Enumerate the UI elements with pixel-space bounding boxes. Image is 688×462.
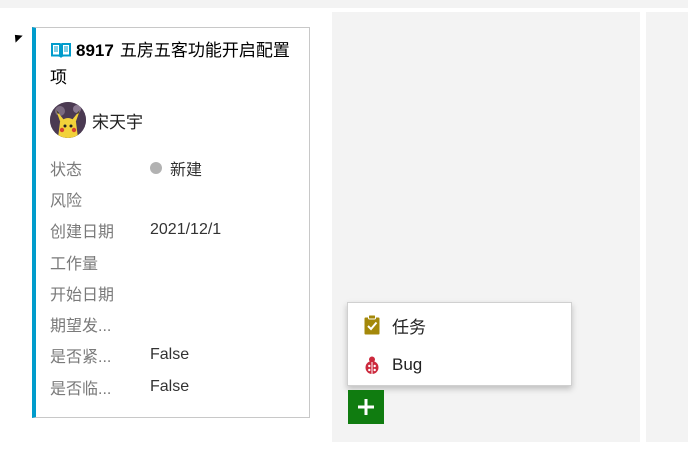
- field-row-state: 状态 新建: [50, 152, 300, 183]
- field-row-temporary: 是否临... False: [50, 371, 300, 402]
- field-label: 创建日期: [50, 224, 115, 242]
- menu-item-task[interactable]: 任务: [348, 305, 571, 345]
- field-label: 期望发...: [50, 318, 112, 336]
- field-row-start-date: 开始日期: [50, 277, 300, 308]
- field-value[interactable]: 新建: [150, 156, 202, 180]
- bug-icon: [362, 354, 382, 376]
- add-item-button[interactable]: [348, 390, 384, 424]
- field-label: 工作量: [50, 255, 99, 273]
- board-top-strip: [0, 0, 688, 8]
- menu-item-label: 任务: [392, 317, 426, 337]
- state-value: 新建: [170, 161, 203, 179]
- card-fields: 状态 新建 风险 创建日期 2021/12/1 工作量 开始日期 期望发...: [50, 152, 300, 402]
- field-label: 是否临...: [50, 380, 112, 398]
- field-value[interactable]: False: [150, 346, 189, 364]
- card-owner[interactable]: 宋天宇: [50, 101, 143, 139]
- menu-item-label: Bug: [392, 355, 423, 374]
- field-label: 开始日期: [50, 286, 115, 304]
- field-row-risk: 风险: [50, 183, 300, 214]
- owner-name: 宋天宇: [92, 112, 143, 132]
- field-value[interactable]: 2021/12/1: [150, 221, 221, 239]
- field-label: 风险: [50, 192, 83, 210]
- field-row-effort: 工作量: [50, 246, 300, 277]
- field-label: 状态: [50, 161, 83, 179]
- card-id: 8917: [76, 41, 114, 60]
- field-row-expected-release: 期望发...: [50, 308, 300, 339]
- add-item-menu: 任务 Bug: [347, 302, 572, 386]
- menu-item-bug[interactable]: Bug: [348, 345, 571, 385]
- work-item-card[interactable]: 8917 五房五客功能开启配置项 宋天宇 状态 新建 风险 创建日期 2021/…: [32, 27, 310, 418]
- book-icon: [50, 41, 72, 66]
- field-value[interactable]: False: [150, 378, 189, 396]
- plus-icon: [358, 399, 374, 415]
- board-column: [646, 12, 688, 442]
- card-title[interactable]: 8917 五房五客功能开启配置项: [50, 39, 300, 90]
- avatar: [50, 102, 86, 138]
- field-row-urgent: 是否紧... False: [50, 340, 300, 371]
- field-label: 是否紧...: [50, 349, 112, 367]
- collapse-row-icon[interactable]: [11, 31, 23, 43]
- field-row-created-date: 创建日期 2021/12/1: [50, 215, 300, 246]
- state-dot-icon: [150, 161, 162, 174]
- task-clipboard-icon: [362, 314, 382, 336]
